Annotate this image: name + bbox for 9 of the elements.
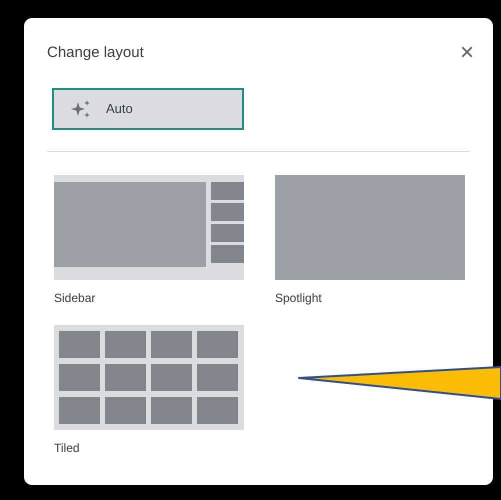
auto-layout-button[interactable]: Auto [52,88,244,130]
tiled-layout-option[interactable] [54,325,244,430]
close-button[interactable]: × [460,41,474,65]
dialog-title: Change layout [47,42,144,63]
layout-label: Spotlight [275,290,323,307]
sparkle-icon [70,99,92,119]
layout-label: Sidebar [54,290,96,307]
sidebar-layout-option[interactable] [54,175,244,280]
layout-label: Tiled [54,440,81,457]
